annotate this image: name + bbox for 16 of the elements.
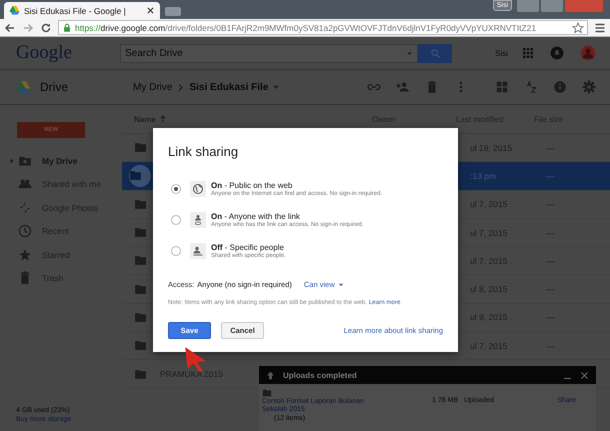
table-cell: — — [546, 284, 554, 294]
table-cell: — — [546, 199, 554, 210]
option-label: Off - Specific people — [211, 242, 285, 252]
table-cell: — — [546, 340, 554, 351]
table-cell: — — [546, 312, 554, 322]
table-cell: — — [546, 256, 554, 266]
app-name: Drive — [40, 80, 68, 94]
panel-title: Uploads completed — [283, 370, 357, 380]
dialog-title: Link sharing — [168, 144, 240, 159]
tab-title: Sisi Edukasi File - Google | — [24, 6, 127, 16]
table-cell: — — [546, 142, 554, 153]
url-text: https://drive.google.com/drive/folders/0B1FArjR2m9MWfm0ySV81a2pGVWtOVFJTdnV6djlnV1FyR0dyVVpYUXRNVTItZ21 — [75, 22, 538, 32]
option-label: On - Anyone with the link — [211, 212, 301, 220]
table-cell: — — [546, 170, 554, 181]
table-cell: — — [546, 228, 554, 238]
option-label: On - Public on the web — [211, 180, 294, 190]
